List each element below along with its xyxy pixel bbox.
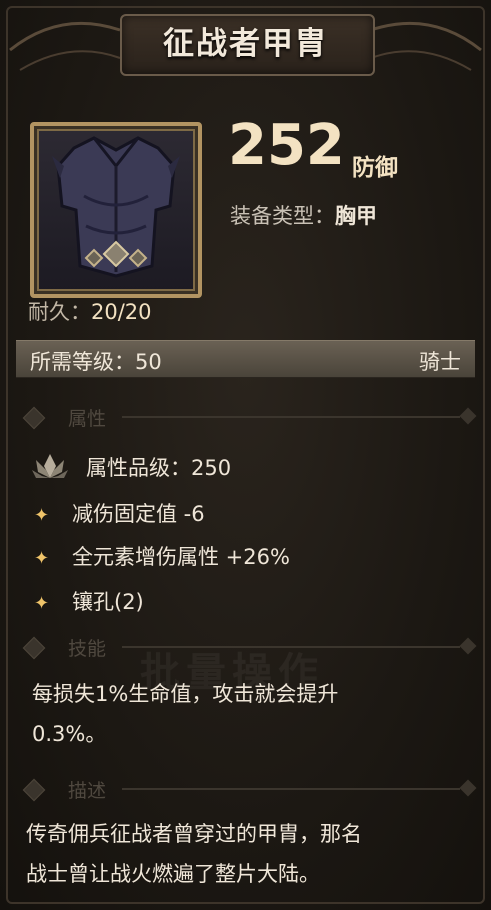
section-title: 属性 — [68, 408, 107, 430]
skill-line: 0.3%。 — [32, 722, 107, 746]
item-title: 征战者甲胄 — [163, 26, 328, 62]
attribute-text: 减伤固定值 -6 — [72, 502, 205, 526]
attribute-item: ✦ 全元素增伤属性 +26% — [34, 541, 290, 571]
section-header-skill: 技能 — [22, 634, 477, 660]
section-end-diamond-icon — [459, 407, 477, 425]
skill-description: 每损失1%生命值，攻击就会提升 0.3%。 — [32, 674, 462, 754]
equipment-type-row: 装备类型：胸甲 — [230, 200, 377, 230]
dark-chest-armor-icon — [52, 136, 180, 278]
defense-value: 252 — [228, 113, 345, 178]
equipment-type-key: 装备类型： — [230, 204, 335, 228]
section-header-description: 描述 — [22, 776, 477, 802]
required-level: 所需等级：50 — [30, 350, 162, 374]
header: 征战者甲胄 — [0, 0, 491, 86]
section-divider — [122, 646, 460, 648]
attribute-text: 全元素增伤属性 +26% — [72, 545, 290, 569]
attribute-item: ✦ 镶孔(2) — [34, 586, 144, 616]
sparkle-icon: ✦ — [34, 548, 50, 569]
requirement-bar: 所需等级：50 骑士 — [16, 340, 475, 378]
attribute-grade: 属性品级：250 — [86, 456, 232, 480]
item-image-frame — [30, 122, 202, 298]
required-class: 骑士 — [419, 350, 461, 374]
item-tooltip-panel: 批量操作 征战者甲胄 252 防御 装备类型：胸甲 耐久：20/20 所需等级：… — [0, 0, 491, 910]
section-end-diamond-icon — [459, 637, 477, 655]
section-divider — [122, 416, 460, 418]
durability-row: 耐久：20/20 — [28, 296, 152, 326]
durability-key: 耐久： — [28, 300, 91, 324]
section-divider — [122, 788, 460, 790]
section-diamond-icon — [22, 636, 46, 660]
section-diamond-icon — [22, 406, 46, 430]
sparkle-icon: ✦ — [34, 593, 50, 614]
section-end-diamond-icon — [459, 779, 477, 797]
section-title: 技能 — [68, 638, 107, 660]
section-title: 描述 — [68, 780, 107, 802]
description-line: 传奇佣兵征战者曾穿过的甲胄，那名 — [26, 822, 362, 846]
description-line: 战士曾让战火燃遍了整片大陆。 — [26, 862, 320, 886]
defense-label: 防御 — [352, 155, 398, 181]
attribute-item: ✦ 减伤固定值 -6 — [34, 498, 205, 528]
lotus-emblem-icon — [32, 454, 68, 478]
attribute-text: 镶孔(2) — [72, 590, 144, 614]
durability-value: 20/20 — [91, 300, 152, 324]
equipment-type-value: 胸甲 — [335, 204, 377, 228]
sparkle-icon: ✦ — [34, 505, 50, 526]
section-diamond-icon — [22, 778, 46, 802]
section-header-attributes: 属性 — [22, 404, 477, 430]
skill-line: 每损失1%生命值，攻击就会提升 — [32, 682, 339, 706]
item-description: 传奇佣兵征战者曾穿过的甲胄，那名 战士曾让战火燃遍了整片大陆。 — [26, 814, 476, 894]
